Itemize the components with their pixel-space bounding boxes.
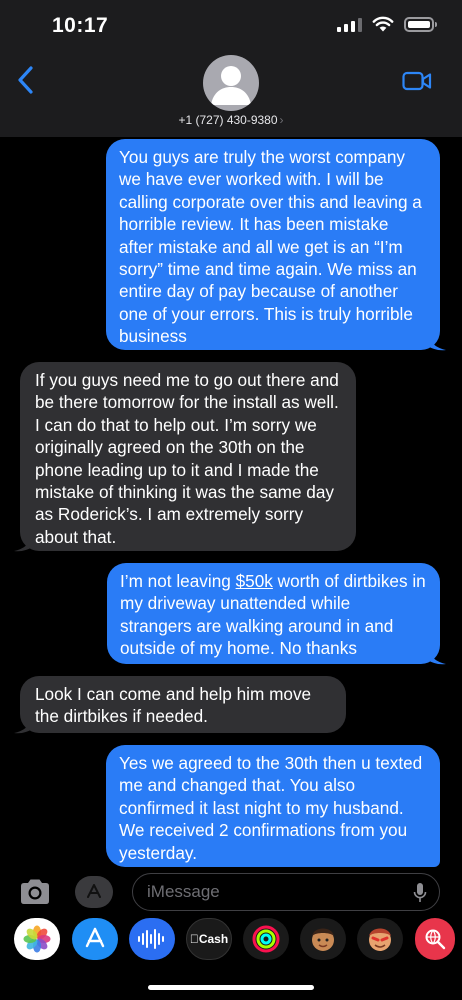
app-store-a-icon (85, 927, 105, 948)
conversation-header: 10:17 +1 (727) 430-9380 › (0, 0, 462, 137)
message-bubble-incoming[interactable]: Look I can come and help him move the di… (20, 676, 346, 733)
amount-link[interactable]: $50k (236, 571, 273, 591)
photos-flower-icon (23, 925, 51, 953)
bubble-tail (428, 333, 446, 351)
message-bubble-outgoing[interactable]: I’m not leaving $50k worth of dirtbikes … (107, 563, 440, 664)
message-text: Yes we agreed to the 30th then u texted … (119, 753, 423, 863)
microphone-icon[interactable] (413, 882, 427, 904)
search-images-icon[interactable] (415, 918, 455, 960)
globe-search-icon (425, 929, 446, 950)
memoji-icon[interactable] (300, 918, 346, 960)
bubble-tail (14, 716, 32, 734)
home-indicator[interactable] (148, 985, 314, 990)
message-bubble-incoming[interactable]: If you guys need me to go out there and … (20, 362, 356, 551)
waveform-icon (138, 929, 164, 949)
memoji-stickers-icon[interactable] (357, 918, 403, 960)
imessage-input[interactable]: iMessage (132, 873, 440, 911)
apple-cash-label: Cash (194, 932, 228, 946)
person-silhouette-icon (211, 66, 251, 105)
bubble-tail (14, 534, 32, 552)
wifi-icon (372, 16, 394, 32)
activity-rings-icon (252, 925, 280, 953)
imessage-app-drawer: Cash (0, 918, 462, 962)
status-indicators (337, 16, 437, 32)
message-bubble-outgoing[interactable]: You guys are truly the worst company we … (106, 139, 440, 350)
contact-number: +1 (727) 430-9380 (178, 113, 278, 127)
memoji-sticker-face-icon (369, 928, 391, 951)
audio-message-icon[interactable] (129, 918, 175, 960)
message-text-before-link: I’m not leaving (120, 571, 236, 591)
contact-name[interactable]: +1 (727) 430-9380 › (0, 113, 462, 127)
camera-icon[interactable] (18, 877, 52, 907)
cellular-signal-icon (337, 17, 362, 32)
back-chevron-icon[interactable] (14, 64, 38, 96)
message-text: You guys are truly the worst company we … (119, 147, 422, 347)
message-text: Look I can come and help him move the di… (35, 684, 312, 727)
facetime-video-icon[interactable] (402, 70, 432, 92)
app-store-icon[interactable] (72, 918, 118, 960)
chevron-right-icon: › (279, 113, 284, 127)
app-store-glyph-icon (87, 884, 101, 898)
message-bubble-outgoing[interactable]: Yes we agreed to the 30th then u texted … (106, 745, 440, 867)
message-text: If you guys need me to go out there and … (35, 370, 339, 547)
input-placeholder: iMessage (147, 882, 220, 901)
activity-icon[interactable] (243, 918, 289, 960)
contact-avatar[interactable] (203, 55, 259, 111)
app-store-button[interactable] (75, 876, 113, 908)
photos-icon[interactable] (14, 918, 60, 960)
battery-icon (404, 16, 437, 32)
apple-cash-icon[interactable]: Cash (186, 918, 232, 960)
bubble-tail (428, 647, 446, 665)
memoji-face-icon (312, 928, 334, 951)
status-time: 10:17 (52, 14, 109, 37)
